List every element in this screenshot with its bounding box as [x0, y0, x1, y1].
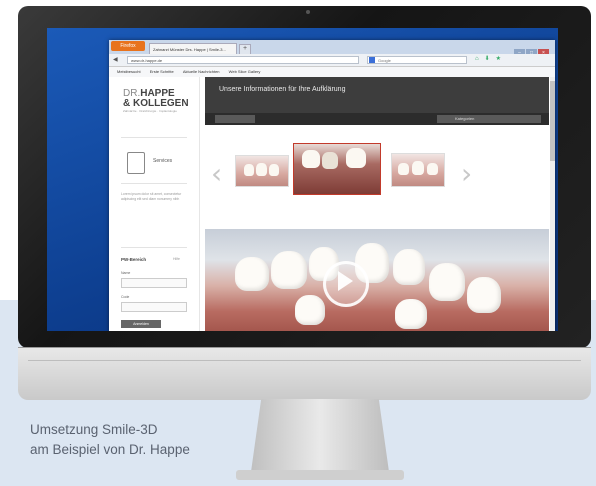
video-player[interactable]: [205, 229, 549, 331]
monitor-chin-divider: [28, 360, 581, 361]
scrollbar-thumb[interactable]: [550, 81, 555, 161]
monitor-stand: [250, 399, 390, 479]
subbar-button[interactable]: [215, 115, 255, 123]
navigation-bar: ◀ www.dr-happe.de Google ⌂⬇★: [109, 54, 555, 67]
gallery-prev-icon[interactable]: ‹: [211, 159, 222, 189]
sidebar-text: Lorem ipsum dolor sit amet, consectetur …: [121, 192, 182, 201]
password-title: PW-Bereich: [121, 257, 147, 262]
bookmark-item[interactable]: Web Slice Gallery: [229, 69, 261, 74]
caption-line-1: Umsetzung Smile-3D: [30, 422, 158, 437]
document-icon[interactable]: [127, 152, 145, 174]
search-input[interactable]: Google: [367, 56, 467, 64]
browser-window: Firefox Zahnarzt Münster Drs. Happe | Sm…: [109, 40, 555, 331]
bookmark-item[interactable]: Meistbesucht: [117, 69, 141, 74]
window-controls: – □ ×: [513, 41, 553, 57]
browser-titlebar: Firefox Zahnarzt Münster Drs. Happe | Sm…: [109, 40, 555, 57]
password-label: Code: [121, 295, 130, 299]
search-engine-icon[interactable]: [369, 57, 375, 63]
site-logo[interactable]: DR.HAPPE & KOLLEGEN Zahnärzte · Oralchir…: [123, 89, 189, 114]
gallery-thumbnail[interactable]: [391, 153, 445, 187]
address-bar[interactable]: www.dr-happe.de: [127, 56, 359, 64]
logo-line2: & KOLLEGEN: [123, 98, 189, 109]
logo-subtitle: Zahnärzte · Oralchirurgie · Implantologi…: [123, 109, 177, 113]
sidebar-divider: [121, 247, 187, 248]
sidebar-doc-label[interactable]: Services: [153, 158, 172, 164]
password-field[interactable]: [121, 302, 187, 312]
back-icon[interactable]: ◀: [113, 56, 118, 63]
firefox-menu-button[interactable]: Firefox: [111, 41, 145, 51]
monitor-stand-base: [236, 470, 404, 480]
main-content: Unsere Informationen für Ihre Aufklärung…: [205, 77, 549, 331]
caption-line-2: am Beispiel von Dr. Happe: [30, 442, 190, 457]
site-sidebar: DR.HAPPE & KOLLEGEN Zahnärzte · Oralchir…: [109, 77, 200, 331]
gallery-next-icon[interactable]: ›: [461, 159, 472, 189]
header-title: Unsere Informationen für Ihre Aufklärung: [219, 86, 346, 93]
gallery-thumbnail-active[interactable]: [293, 143, 381, 195]
toolbar-icons[interactable]: ⌂⬇★: [475, 55, 507, 62]
category-dropdown[interactable]: Kategorien: [437, 115, 541, 123]
image-gallery: ‹ ›: [205, 129, 549, 227]
image-caption: Umsetzung Smile-3D am Beispiel von Dr. H…: [30, 420, 190, 460]
gallery-thumbnail[interactable]: [235, 155, 289, 187]
password-help-link[interactable]: Hilfe: [173, 257, 180, 261]
desktop-screen: Firefox Zahnarzt Münster Drs. Happe | Sm…: [47, 28, 558, 331]
camera-icon: [306, 10, 310, 14]
browser-tab[interactable]: Zahnarzt Münster Drs. Happe | Smile-3...: [149, 43, 237, 54]
username-label: Name: [121, 271, 131, 275]
monitor-chin: [18, 347, 591, 400]
sidebar-divider: [121, 137, 187, 138]
sidebar-divider: [121, 183, 187, 184]
bookmark-item[interactable]: Erste Schritte: [150, 69, 174, 74]
bookmark-item[interactable]: Aktuelle Nachrichten: [183, 69, 220, 74]
login-button[interactable]: Anmelden: [121, 320, 161, 328]
username-field[interactable]: [121, 278, 187, 288]
web-page: DR.HAPPE & KOLLEGEN Zahnärzte · Oralchir…: [109, 77, 555, 331]
play-icon: [338, 271, 353, 291]
